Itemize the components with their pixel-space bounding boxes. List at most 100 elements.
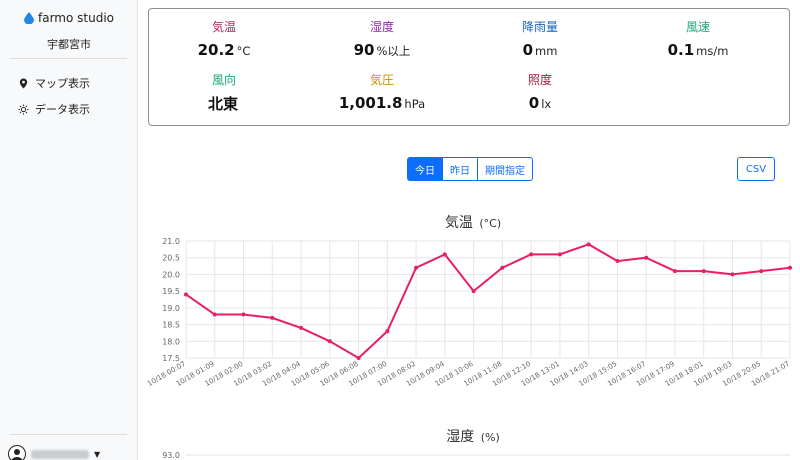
data-point	[241, 312, 246, 317]
y-tick-label: 17.5	[162, 354, 180, 363]
metric-unit: mm	[535, 44, 558, 58]
brand-logo[interactable]: farmo studio	[24, 11, 114, 25]
x-tick-label: 10/18 09:04	[405, 360, 446, 388]
data-point	[529, 252, 534, 257]
data-point	[730, 272, 735, 277]
x-tick-label: 10/18 18:01	[664, 360, 705, 388]
metric-wind-speed: 風速 0.1 ms/m	[633, 18, 763, 59]
x-tick-label: 10/18 19:03	[693, 360, 734, 388]
data-point	[385, 329, 390, 334]
y-tick-label: 21.0	[162, 237, 180, 246]
x-tick-label: 10/18 14:03	[549, 360, 590, 388]
today-button[interactable]: 今日	[407, 157, 443, 181]
data-point	[672, 269, 677, 274]
x-tick-label: 10/18 11:08	[463, 360, 504, 388]
metric-value-row: 0 lx	[475, 93, 605, 112]
metric-rainfall: 降雨量 0 mm	[475, 18, 605, 59]
nav-data-view[interactable]: データ表示	[18, 101, 90, 117]
metric-label: 気温	[211, 20, 236, 34]
nav-map-view[interactable]: マップ表示	[18, 75, 90, 91]
caret-down-icon: ▼	[94, 449, 101, 459]
data-point	[442, 252, 447, 257]
x-tick-label: 10/18 06:08	[319, 360, 360, 388]
y-tick-label: 20.5	[162, 254, 180, 263]
data-point	[471, 289, 476, 294]
date-range-group: 今日 昨日 期間指定	[407, 157, 533, 181]
chart-title-text: 気温	[444, 215, 473, 231]
y-tick-label: 19.5	[162, 287, 180, 296]
sun-icon	[18, 103, 29, 115]
metric-unit: ms/m	[696, 44, 729, 58]
droplet-icon	[24, 12, 34, 24]
chart-title-unit: (°C)	[479, 217, 502, 230]
data-point	[557, 252, 562, 257]
x-tick-label: 10/18 05:06	[290, 360, 331, 388]
y-tick-label: 93.0	[162, 451, 180, 460]
x-tick-label: 10/18 01:09	[175, 360, 216, 388]
city-name: 宇都宮市	[47, 38, 91, 51]
x-tick-label: 10/18 07:00	[347, 360, 388, 388]
x-tick-label: 10/18 16:07	[606, 360, 647, 388]
metric-pressure: 気圧 1,001.8 hPa	[317, 71, 447, 112]
metric-value-row: 20.2 °C	[159, 40, 289, 59]
series-line-temperature	[185, 243, 791, 360]
y-tick-label: 18.5	[162, 321, 180, 330]
temperature-chart-title: 気温 (°C)	[148, 212, 798, 232]
data-point	[327, 339, 332, 344]
x-tick-label: 10/18 00:07	[146, 360, 187, 388]
yesterday-button[interactable]: 昨日	[443, 157, 478, 181]
x-tick-label: 10/18 13:01	[520, 360, 561, 388]
user-menu[interactable]: ▼	[8, 445, 100, 460]
metric-temperature: 気温 20.2 °C	[159, 18, 289, 59]
data-point	[500, 265, 505, 270]
chart-title-text: 湿度	[446, 429, 475, 445]
data-point	[615, 259, 620, 264]
metric-label: 照度	[527, 73, 552, 87]
metric-wind-direction: 風向 北東	[159, 71, 289, 114]
metric-label: 風速	[685, 20, 710, 34]
current-conditions-card: 気温 20.2 °C 湿度 90 %以上 降雨量 0 mm 風速 0.1 ms/m 風向 北東 気圧 1,00…	[148, 8, 790, 126]
metric-unit: °C	[236, 44, 251, 58]
metric-unit: hPa	[404, 97, 426, 111]
data-point	[701, 269, 706, 274]
x-tick-label: 10/18 20:05	[721, 360, 762, 388]
humidity-chart-title: 湿度 (%)	[148, 426, 798, 446]
metric-label: 風向	[211, 73, 236, 87]
metric-value: 0	[522, 41, 534, 59]
metric-value: 0.1	[667, 41, 695, 59]
user-avatar-icon	[8, 445, 26, 460]
metric-label: 気圧	[369, 73, 394, 87]
x-tick-label: 10/18 10:06	[434, 360, 475, 388]
brand-name: farmo studio	[38, 11, 115, 25]
map-pin-icon	[19, 77, 28, 89]
data-point	[270, 315, 275, 320]
app: farmo studio 宇都宮市 マップ表示 データ表示 ▼ 気温 20.2 …	[0, 0, 800, 460]
sidebar-divider	[10, 434, 127, 435]
y-tick-label: 19.0	[162, 304, 180, 313]
x-tick-label: 10/18 08:02	[376, 360, 417, 388]
metric-value: 0	[528, 94, 540, 112]
metric-label: 降雨量	[521, 20, 558, 34]
x-tick-label: 10/18 15:05	[578, 360, 619, 388]
x-tick-label: 10/18 12:10	[491, 360, 532, 388]
sidebar-divider	[10, 58, 127, 59]
csv-download-button[interactable]: CSV	[737, 157, 775, 181]
x-tick-label: 10/18 04:04	[261, 360, 302, 388]
data-point	[788, 265, 792, 270]
metric-illuminance: 照度 0 lx	[475, 71, 605, 112]
y-tick-label: 18.0	[162, 337, 180, 346]
metric-unit: lx	[541, 97, 552, 111]
metric-value: 北東	[207, 95, 238, 113]
x-tick-label: 10/18 03:02	[232, 360, 273, 388]
y-tick-label: 20.0	[162, 270, 180, 279]
metric-value: 20.2	[197, 41, 235, 59]
user-name-blurred	[31, 449, 89, 459]
metric-value-row: 1,001.8 hPa	[317, 93, 447, 112]
metric-unit: %以上	[376, 44, 411, 58]
sidebar: farmo studio 宇都宮市 マップ表示 データ表示 ▼	[0, 0, 138, 460]
data-point	[356, 356, 361, 360]
period-select-button[interactable]: 期間指定	[478, 157, 533, 181]
metric-value-row: 0 mm	[475, 40, 605, 59]
metric-value: 1,001.8	[338, 94, 403, 112]
x-tick-label: 10/18 21:07	[750, 360, 791, 388]
